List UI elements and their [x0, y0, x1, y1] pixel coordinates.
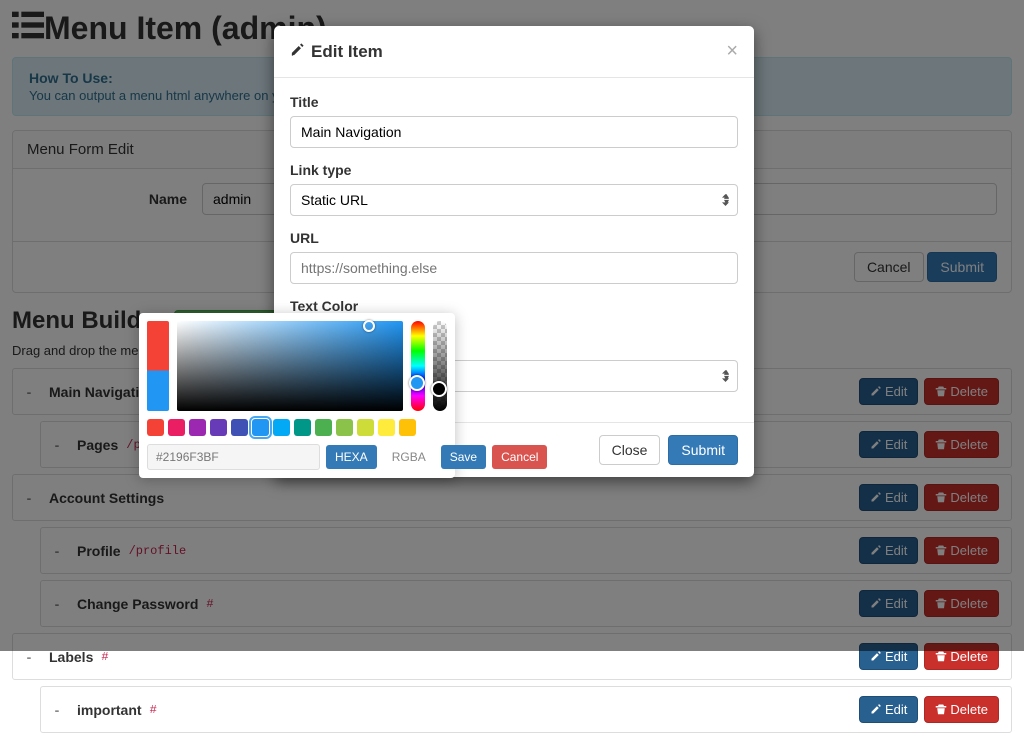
- title-input[interactable]: [290, 116, 738, 148]
- menu-item-path: #: [101, 650, 108, 664]
- color-picker: HEXA RGBA Save Cancel: [139, 313, 455, 478]
- title-label: Title: [290, 94, 738, 110]
- color-swatch[interactable]: [189, 419, 206, 436]
- link-type-select[interactable]: Static URL: [290, 184, 738, 216]
- hexa-tab[interactable]: HEXA: [326, 445, 377, 469]
- edit-icon: [290, 42, 305, 62]
- trash-icon: [935, 649, 950, 664]
- modal-close-button[interactable]: Close: [599, 435, 661, 465]
- saturation-canvas[interactable]: [177, 321, 403, 411]
- edit-icon: [870, 649, 885, 664]
- alpha-slider[interactable]: [433, 321, 447, 411]
- text-color-label: Text Color: [290, 298, 738, 314]
- edit-button[interactable]: Edit: [859, 696, 918, 723]
- modal-submit-button[interactable]: Submit: [668, 435, 738, 465]
- drag-handle[interactable]: -: [53, 702, 61, 718]
- url-input[interactable]: [290, 252, 738, 284]
- close-icon[interactable]: ×: [726, 40, 738, 63]
- color-swatch[interactable]: [168, 419, 185, 436]
- chevron-updown-icon: ▴▾: [724, 370, 729, 382]
- swatch-row: [147, 419, 447, 436]
- menu-item-title: important: [77, 702, 142, 718]
- delete-button[interactable]: Delete: [924, 696, 999, 723]
- picker-cancel-button[interactable]: Cancel: [492, 445, 547, 469]
- color-swatch[interactable]: [399, 419, 416, 436]
- trash-icon: [935, 702, 950, 717]
- color-swatch[interactable]: [315, 419, 332, 436]
- url-label: URL: [290, 230, 738, 246]
- modal-title: Edit Item: [311, 42, 383, 62]
- color-preview: [147, 321, 169, 411]
- color-swatch[interactable]: [378, 419, 395, 436]
- link-type-label: Link type: [290, 162, 738, 178]
- hue-thumb[interactable]: [409, 375, 425, 391]
- color-swatch[interactable]: [231, 419, 248, 436]
- alpha-thumb[interactable]: [431, 381, 447, 397]
- hex-input[interactable]: [147, 444, 320, 470]
- color-swatch[interactable]: [273, 419, 290, 436]
- picker-save-button[interactable]: Save: [441, 445, 486, 469]
- color-swatch[interactable]: [210, 419, 227, 436]
- color-swatch[interactable]: [147, 419, 164, 436]
- canvas-cursor[interactable]: [363, 320, 375, 332]
- color-swatch[interactable]: [252, 419, 269, 436]
- menu-item-row[interactable]: -important # EditDelete: [40, 686, 1012, 733]
- color-swatch[interactable]: [336, 419, 353, 436]
- color-swatch[interactable]: [357, 419, 374, 436]
- hue-slider[interactable]: [411, 321, 425, 411]
- rgba-tab[interactable]: RGBA: [383, 445, 435, 469]
- menu-item-path: #: [150, 703, 157, 717]
- chevron-updown-icon: ▴▾: [724, 194, 729, 206]
- edit-icon: [870, 702, 885, 717]
- color-swatch[interactable]: [294, 419, 311, 436]
